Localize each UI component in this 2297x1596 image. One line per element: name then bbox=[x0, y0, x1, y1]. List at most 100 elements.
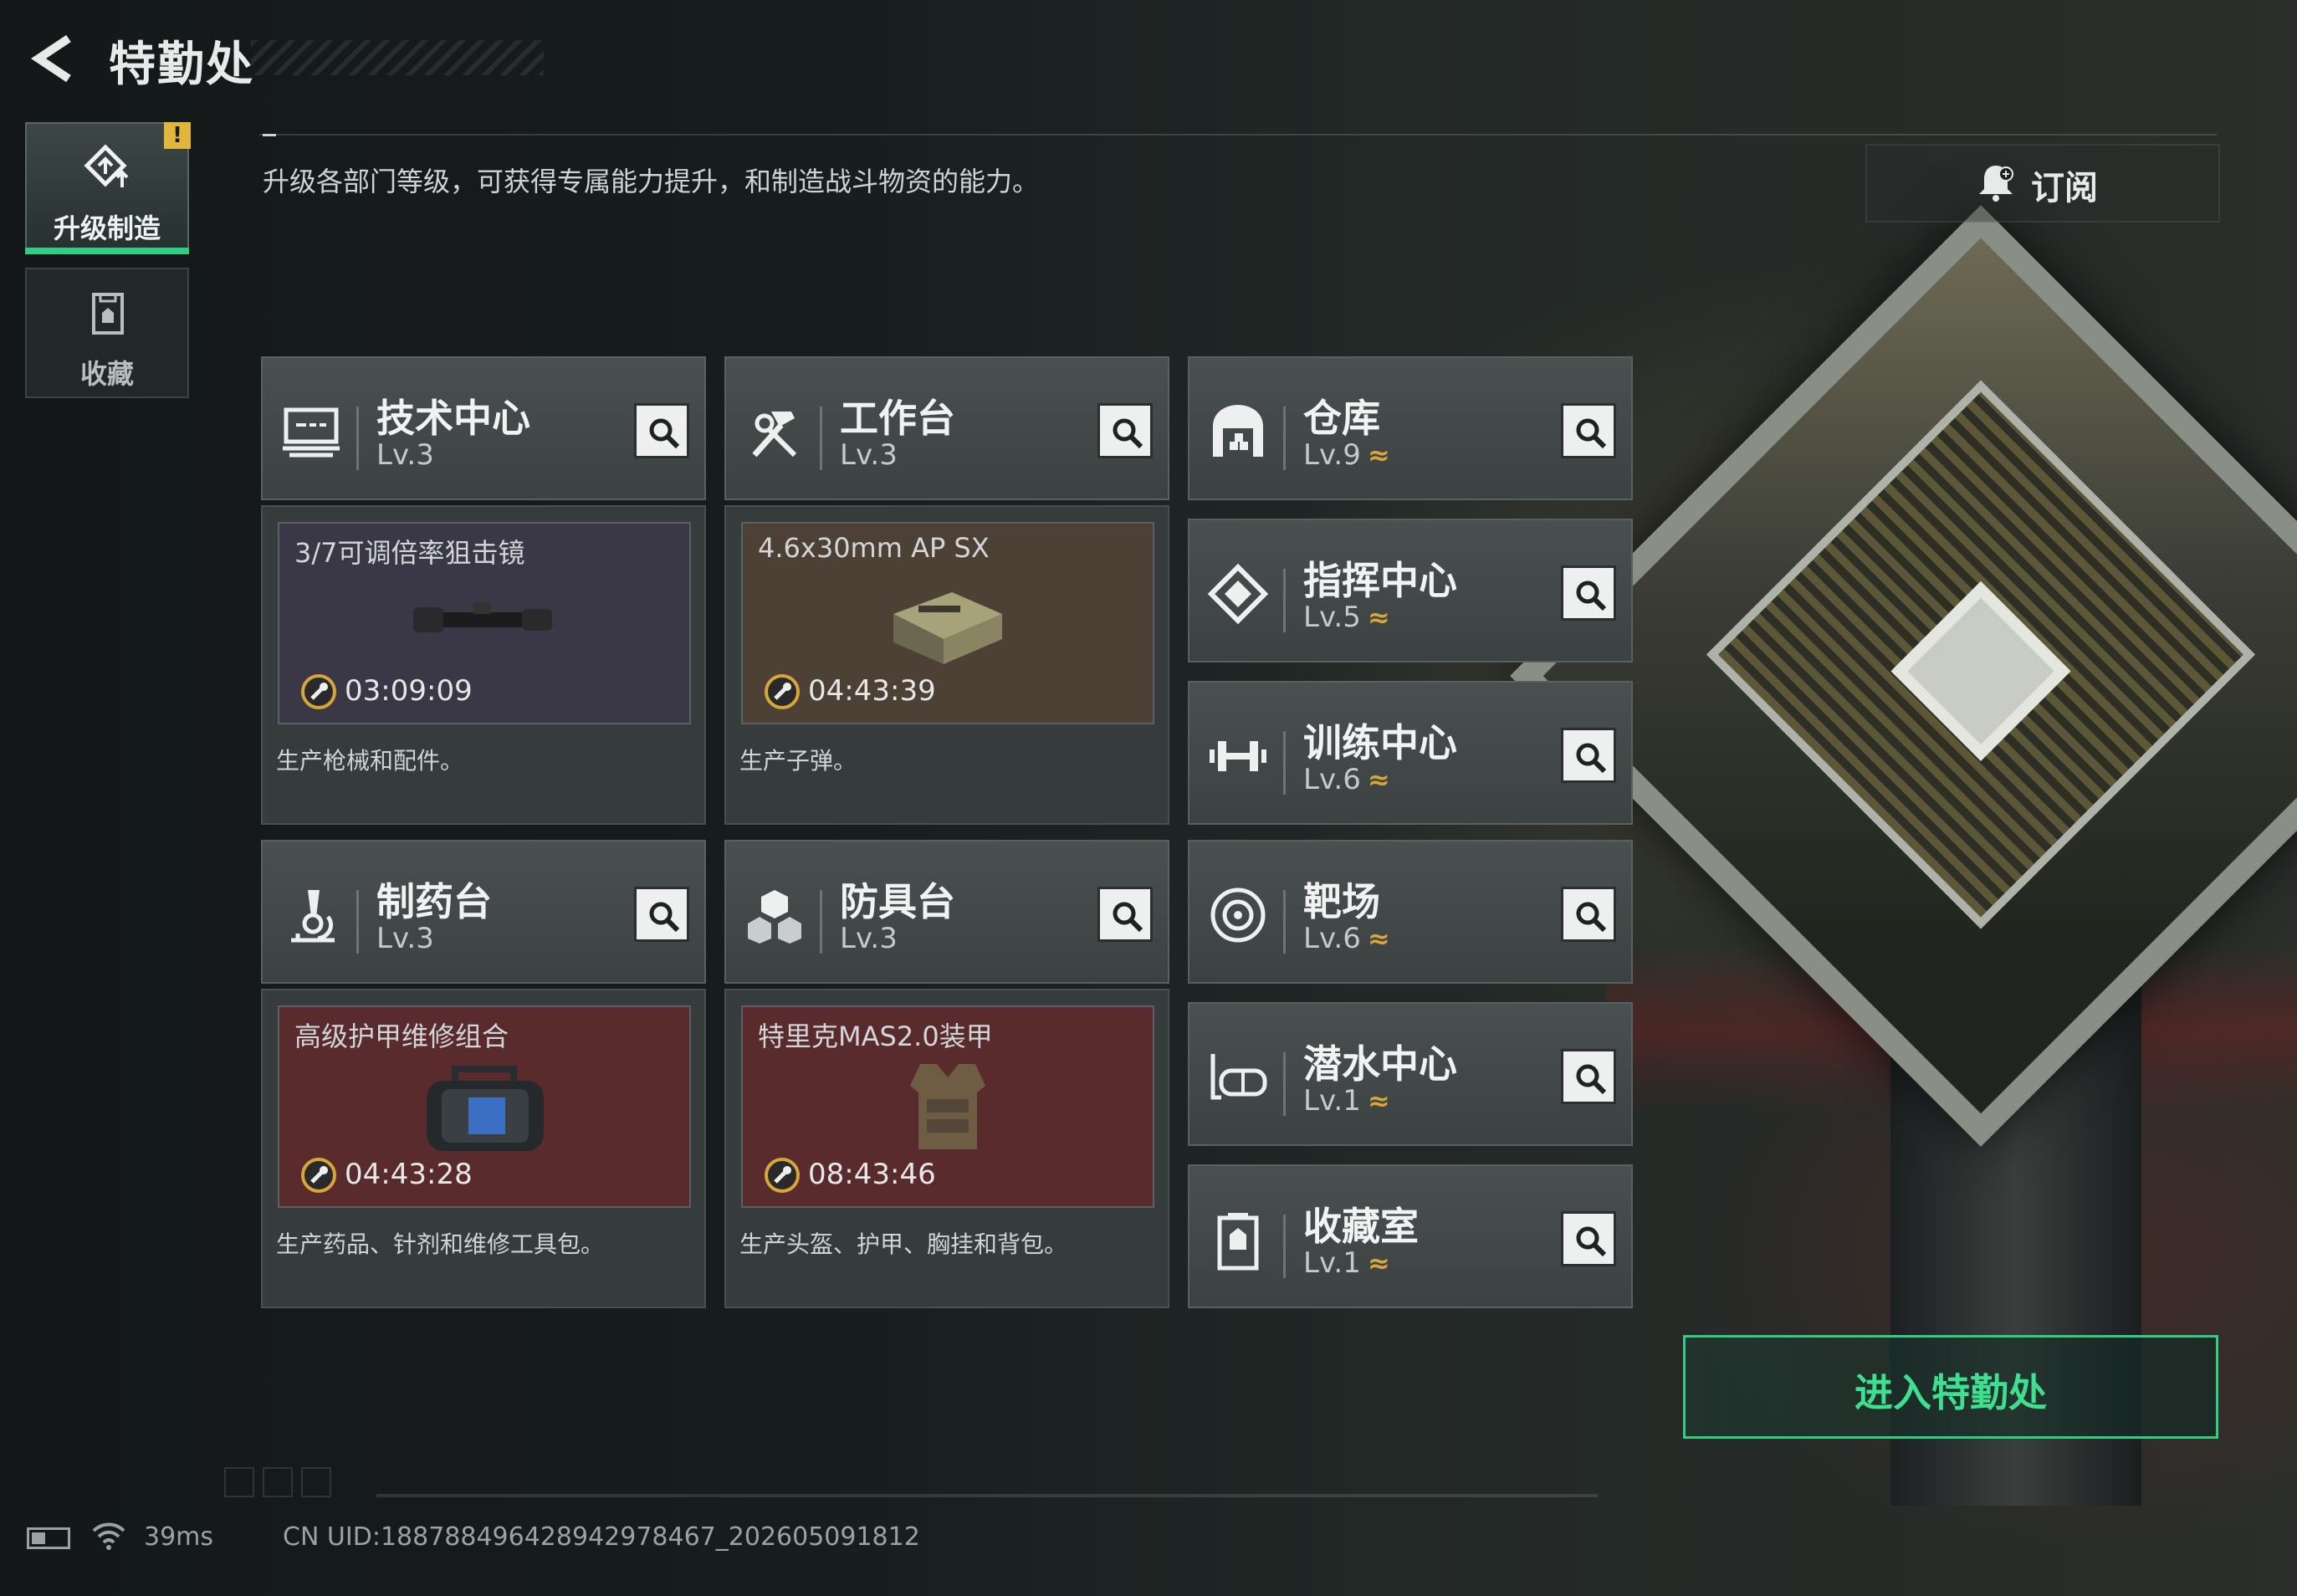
production-item-name: 4.6x30mm AP SX bbox=[758, 532, 990, 564]
production-card-pharmacy[interactable]: 高级护甲维修组合 04:43:28 生产药品、针剂和维修工具包。 bbox=[261, 989, 706, 1308]
wrench-timer-icon bbox=[301, 674, 336, 709]
ping-text: 39ms bbox=[144, 1522, 214, 1552]
facility-card-collection-room[interactable]: 收藏室 Lv.1 ≈ bbox=[1188, 1164, 1633, 1308]
separator bbox=[1283, 1052, 1286, 1116]
facility-level: Lv.6 bbox=[1303, 922, 1361, 955]
separator bbox=[820, 407, 822, 470]
timer-text: 03:09:09 bbox=[345, 674, 473, 708]
wifi-icon bbox=[92, 1522, 125, 1550]
dept-card-workbench[interactable]: 工作台 Lv.3 bbox=[724, 356, 1169, 500]
back-arrow-icon[interactable] bbox=[27, 33, 77, 84]
production-slot[interactable]: 3/7可调倍率狙击镜 03:09:09 bbox=[278, 522, 691, 724]
dept-name: 制药台 bbox=[376, 879, 492, 924]
production-card-tech-center[interactable]: 3/7可调倍率狙击镜 03:09:09 生产枪械和配件。 bbox=[261, 505, 706, 825]
active-indicator bbox=[25, 248, 189, 254]
production-item-name: 3/7可调倍率狙击镜 bbox=[294, 537, 525, 569]
search-button[interactable] bbox=[1097, 403, 1153, 458]
command-chip-icon bbox=[1207, 563, 1269, 625]
dept-card-tech-center[interactable]: 技术中心 Lv.3 bbox=[261, 356, 706, 500]
facility-card-warehouse[interactable]: 仓库 Lv.9 ≈ bbox=[1188, 356, 1633, 500]
monitor-icon bbox=[283, 407, 340, 458]
dept-name: 防具台 bbox=[840, 879, 955, 924]
separator bbox=[356, 890, 359, 954]
facility-level-row: Lv.1 ≈ bbox=[1303, 1246, 1390, 1280]
subscribe-label: 订阅 bbox=[2031, 169, 2098, 207]
wrench-timer-icon bbox=[765, 1158, 800, 1193]
trophy-case-icon bbox=[1217, 1213, 1259, 1271]
dept-card-armor[interactable]: 防具台 Lv.3 bbox=[724, 840, 1169, 984]
timer-text: 04:43:28 bbox=[345, 1158, 473, 1191]
footer-decoration bbox=[224, 1467, 340, 1501]
facility-card-training[interactable]: 训练中心 Lv.6 ≈ bbox=[1188, 681, 1633, 825]
enter-button[interactable]: 进入特勤处 bbox=[1683, 1335, 2218, 1439]
upgrade-arrows-icon: ≈ bbox=[1367, 601, 1390, 633]
facility-card-command[interactable]: 指挥中心 Lv.5 ≈ bbox=[1188, 519, 1633, 662]
dept-level: Lv.3 bbox=[376, 922, 434, 955]
warehouse-icon bbox=[1213, 405, 1263, 457]
footer-line bbox=[376, 1494, 1598, 1497]
title-decoration bbox=[251, 40, 544, 75]
facility-level-row: Lv.6 ≈ bbox=[1303, 922, 1390, 955]
magnifier-icon bbox=[1576, 1226, 1607, 1257]
dept-level: Lv.3 bbox=[840, 438, 898, 472]
scope-image bbox=[413, 602, 552, 632]
cube-inner bbox=[1706, 380, 2256, 929]
production-card-workbench[interactable]: 4.6x30mm AP SX 04:43:39 生产子弹。 bbox=[724, 505, 1169, 825]
enter-button-label: 进入特勤处 bbox=[1854, 1370, 2047, 1415]
separator bbox=[1283, 569, 1286, 632]
upgrade-build-icon bbox=[84, 144, 129, 187]
magnifier-icon bbox=[1113, 418, 1143, 449]
search-button[interactable] bbox=[1561, 1049, 1616, 1104]
subscribe-button[interactable]: 订阅 bbox=[1865, 144, 2220, 223]
hammer-wrench-icon bbox=[752, 412, 797, 458]
search-button[interactable] bbox=[1561, 565, 1616, 621]
facility-level-row: Lv.9 ≈ bbox=[1303, 438, 1390, 472]
dept-card-pharmacy[interactable]: 制药台 Lv.3 bbox=[261, 840, 706, 984]
search-button[interactable] bbox=[1097, 887, 1153, 942]
facility-name: 收藏室 bbox=[1303, 1204, 1419, 1249]
production-slot[interactable]: 4.6x30mm AP SX 04:43:39 bbox=[741, 522, 1154, 724]
facility-card-diving[interactable]: 潜水中心 Lv.1 ≈ bbox=[1188, 1002, 1633, 1146]
production-slot[interactable]: 特里克MAS2.0装甲 08:43:46 bbox=[741, 1005, 1154, 1208]
dept-description: 生产药品、针剂和维修工具包。 bbox=[276, 1230, 605, 1258]
dept-name: 技术中心 bbox=[376, 396, 530, 441]
production-item-name: 特里克MAS2.0装甲 bbox=[758, 1021, 993, 1052]
page-subtitle: 升级各部门等级，可获得专属能力提升，和制造战斗物资的能力。 bbox=[263, 166, 1040, 197]
sidebar-item-upgrade[interactable]: ! 升级制造 bbox=[25, 122, 191, 254]
separator bbox=[1283, 731, 1286, 795]
search-button[interactable] bbox=[634, 887, 689, 942]
facility-level: Lv.5 bbox=[1303, 601, 1361, 634]
facility-name: 训练中心 bbox=[1303, 720, 1457, 765]
magnifier-icon bbox=[1576, 743, 1607, 774]
repair-kit-image bbox=[427, 1066, 544, 1151]
production-item-name: 高级护甲维修组合 bbox=[294, 1021, 509, 1052]
search-button[interactable] bbox=[1561, 1211, 1616, 1266]
wrench-timer-icon bbox=[301, 1158, 336, 1193]
dept-description: 生产头盔、护甲、胸挂和背包。 bbox=[739, 1230, 1068, 1258]
target-icon bbox=[1210, 888, 1266, 943]
search-button[interactable] bbox=[634, 403, 689, 458]
magnifier-icon bbox=[649, 902, 680, 933]
production-card-armor[interactable]: 特里克MAS2.0装甲 08:43:46 生产头盔、护甲、胸挂和背包。 bbox=[724, 989, 1169, 1308]
separator bbox=[1283, 890, 1286, 954]
facility-level: Lv.9 bbox=[1303, 438, 1361, 472]
search-button[interactable] bbox=[1561, 403, 1616, 458]
upgrade-arrows-icon: ≈ bbox=[1367, 1085, 1390, 1117]
microscope-icon bbox=[291, 890, 335, 943]
magnifier-icon bbox=[1576, 581, 1607, 611]
ammo-box-image bbox=[893, 592, 1002, 664]
dept-description: 生产枪械和配件。 bbox=[276, 747, 464, 775]
facility-level-row: Lv.1 ≈ bbox=[1303, 1084, 1390, 1118]
sidebar-item-collection[interactable]: 收藏 bbox=[25, 268, 189, 398]
timer-text: 08:43:46 bbox=[808, 1158, 936, 1191]
dept-level: Lv.3 bbox=[840, 922, 898, 955]
dept-name: 工作台 bbox=[840, 396, 955, 441]
search-button[interactable] bbox=[1561, 728, 1616, 783]
facility-card-range[interactable]: 靶场 Lv.6 ≈ bbox=[1188, 840, 1633, 984]
facility-level: Lv.1 bbox=[1303, 1246, 1361, 1280]
production-slot[interactable]: 高级护甲维修组合 04:43:28 bbox=[278, 1005, 691, 1208]
separator bbox=[356, 407, 359, 470]
search-button[interactable] bbox=[1561, 887, 1616, 942]
separator bbox=[820, 890, 822, 954]
dumbbell-icon bbox=[1210, 741, 1266, 771]
